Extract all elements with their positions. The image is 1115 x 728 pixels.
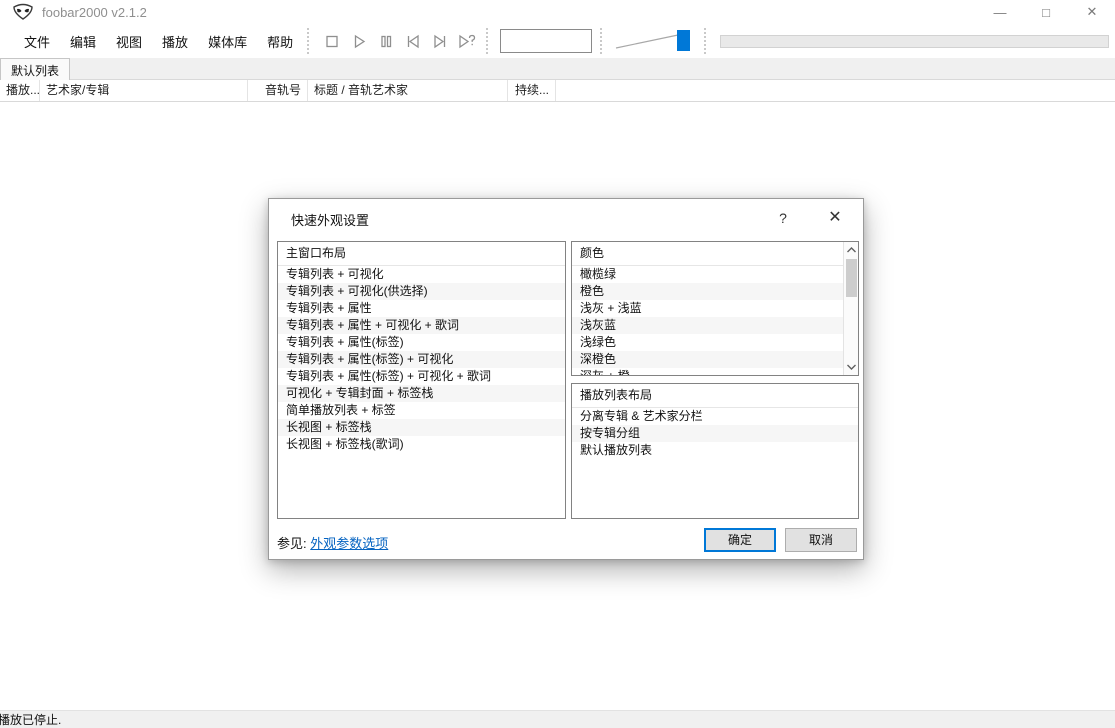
column-artist-album[interactable]: 艺术家/专辑 bbox=[40, 80, 248, 101]
maximize-button[interactable]: □ bbox=[1023, 0, 1069, 24]
play-button[interactable] bbox=[348, 30, 370, 52]
toolbar-grip[interactable] bbox=[486, 28, 492, 54]
playlist-layout-header: 播放列表布局 bbox=[572, 384, 858, 408]
column-playing[interactable]: 播放... bbox=[0, 80, 40, 101]
list-item[interactable]: 专辑列表 + 属性(标签) + 可视化 + 歌词 bbox=[278, 368, 565, 385]
next-button[interactable] bbox=[429, 30, 451, 52]
volume-slider[interactable] bbox=[614, 28, 696, 54]
menu-edit[interactable]: 编辑 bbox=[60, 26, 106, 57]
list-item[interactable]: 长视图 + 标签栈 bbox=[278, 419, 565, 436]
seekbar[interactable] bbox=[720, 35, 1109, 48]
next-icon bbox=[431, 32, 449, 50]
pause-icon bbox=[377, 32, 395, 50]
toolbar-grip[interactable] bbox=[704, 28, 710, 54]
status-text: 播放已停止. bbox=[0, 711, 61, 728]
list-item[interactable]: 浅灰 + 浅蓝 bbox=[572, 300, 843, 317]
foobar2000-logo-icon bbox=[12, 3, 34, 21]
column-track-number[interactable]: 音轨号 bbox=[248, 80, 308, 101]
transport-controls bbox=[317, 30, 482, 52]
previous-icon bbox=[404, 32, 422, 50]
menu-file[interactable]: 文件 bbox=[14, 26, 60, 57]
list-item[interactable]: 橄榄绿 bbox=[572, 266, 843, 283]
list-item[interactable]: 浅绿色 bbox=[572, 334, 843, 351]
list-item[interactable]: 专辑列表 + 可视化(供选择) bbox=[278, 283, 565, 300]
menubar: 文件 编辑 视图 播放 媒体库 帮助 bbox=[0, 26, 303, 57]
list-item[interactable]: 浅灰蓝 bbox=[572, 317, 843, 334]
pause-button[interactable] bbox=[375, 30, 397, 52]
menu-help[interactable]: 帮助 bbox=[257, 26, 303, 57]
scroll-up-icon[interactable] bbox=[844, 242, 859, 258]
stop-button[interactable] bbox=[321, 30, 343, 52]
tab-default-playlist[interactable]: 默认列表 bbox=[0, 58, 70, 80]
titlebar: foobar2000 v2.1.2 — □ ✕ bbox=[0, 0, 1115, 24]
window-title: foobar2000 v2.1.2 bbox=[42, 5, 147, 20]
seekbar-wrap bbox=[720, 35, 1109, 48]
dialog-title: 快速外观设置 bbox=[291, 210, 369, 229]
volume-slider-handle bbox=[677, 30, 690, 51]
see-also-label: 参见: bbox=[277, 536, 307, 551]
scroll-down-icon[interactable] bbox=[844, 359, 859, 375]
list-item[interactable]: 专辑列表 + 属性 bbox=[278, 300, 565, 317]
list-item[interactable]: 专辑列表 + 属性(标签) + 可视化 bbox=[278, 351, 565, 368]
list-item[interactable]: 可视化 + 专辑封面 + 标签栈 bbox=[278, 385, 565, 402]
minimize-button[interactable]: — bbox=[977, 0, 1023, 24]
cancel-button[interactable]: 取消 bbox=[785, 528, 857, 552]
list-item[interactable]: 专辑列表 + 属性(标签) bbox=[278, 334, 565, 351]
search-input[interactable] bbox=[500, 29, 592, 53]
previous-button[interactable] bbox=[402, 30, 424, 52]
list-item[interactable]: 专辑列表 + 可视化 bbox=[278, 266, 565, 283]
colors-scrollbar[interactable] bbox=[843, 242, 858, 375]
ok-button[interactable]: 确定 bbox=[704, 528, 776, 552]
column-title-artist[interactable]: 标题 / 音轨艺术家 bbox=[308, 80, 508, 101]
colors-listbox: 颜色 橄榄绿 橙色 浅灰 + 浅蓝 浅灰蓝 浅绿色 深橙色 深灰 + 橙 bbox=[571, 241, 859, 376]
list-item[interactable]: 分离专辑 & 艺术家分栏 bbox=[572, 408, 858, 425]
toolbar-grip[interactable] bbox=[307, 28, 313, 54]
list-item[interactable]: 简单播放列表 + 标签 bbox=[278, 402, 565, 419]
appearance-preferences-link[interactable]: 外观参数选项 bbox=[310, 536, 388, 551]
dialog-titlebar[interactable]: 快速外观设置 ? ✕ bbox=[269, 199, 863, 237]
toolbar-grip[interactable] bbox=[600, 28, 606, 54]
toolbar: 文件 编辑 视图 播放 媒体库 帮助 bbox=[0, 24, 1115, 58]
play-icon bbox=[350, 32, 368, 50]
see-also: 参见: 外观参数选项 bbox=[277, 533, 388, 552]
menu-view[interactable]: 视图 bbox=[106, 26, 152, 57]
main-layout-listbox: 主窗口布局 专辑列表 + 可视化 专辑列表 + 可视化(供选择) 专辑列表 + … bbox=[277, 241, 566, 519]
list-item[interactable]: 专辑列表 + 属性 + 可视化 + 歌词 bbox=[278, 317, 565, 334]
menu-playback[interactable]: 播放 bbox=[152, 26, 198, 57]
list-item[interactable]: 长视图 + 标签栈(歌词) bbox=[278, 436, 565, 453]
list-item[interactable]: 深橙色 bbox=[572, 351, 843, 368]
quick-appearance-dialog: 快速外观设置 ? ✕ 主窗口布局 专辑列表 + 可视化 专辑列表 + 可视化(供… bbox=[268, 198, 864, 560]
colors-header: 颜色 bbox=[572, 242, 843, 266]
statusbar: 播放已停止. bbox=[0, 710, 1115, 728]
playlist-layout-listbox: 播放列表布局 分离专辑 & 艺术家分栏 按专辑分组 默认播放列表 bbox=[571, 383, 859, 519]
scrollbar-thumb[interactable] bbox=[846, 259, 857, 297]
list-item[interactable]: 深灰 + 橙 bbox=[572, 368, 843, 375]
random-button[interactable] bbox=[456, 30, 478, 52]
list-item[interactable]: 按专辑分组 bbox=[572, 425, 858, 442]
list-item[interactable]: 默认播放列表 bbox=[572, 442, 858, 459]
main-layout-header: 主窗口布局 bbox=[278, 242, 565, 266]
dialog-help-button[interactable]: ? bbox=[771, 207, 795, 229]
column-duration[interactable]: 持续... bbox=[508, 80, 556, 101]
close-button[interactable]: ✕ bbox=[1069, 0, 1115, 24]
playlist-column-headers: 播放... 艺术家/专辑 音轨号 标题 / 音轨艺术家 持续... bbox=[0, 80, 1115, 102]
stop-icon bbox=[323, 32, 341, 50]
menu-library[interactable]: 媒体库 bbox=[198, 26, 257, 57]
list-item[interactable]: 橙色 bbox=[572, 283, 843, 300]
playlist-tabstrip: 默认列表 bbox=[0, 58, 1115, 80]
random-icon bbox=[457, 32, 477, 50]
dialog-close-button[interactable]: ✕ bbox=[821, 205, 849, 231]
